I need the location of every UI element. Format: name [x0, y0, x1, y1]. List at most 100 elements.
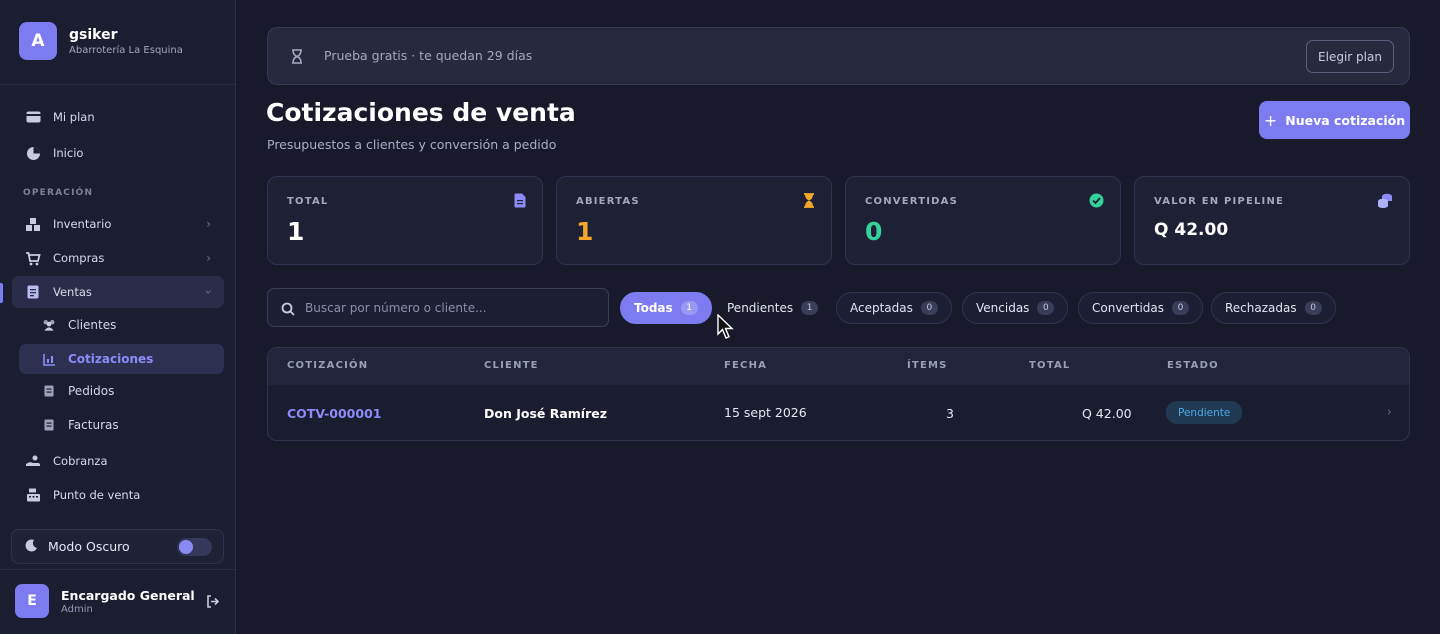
sidebar-item-label: Compras — [53, 251, 105, 265]
stat-card-total: TOTAL 1 — [267, 176, 543, 265]
users-icon — [42, 318, 56, 332]
filter-chip-vencidas[interactable]: Vencidas 0 — [962, 292, 1069, 324]
page-subtitle: Presupuestos a clientes y conversión a p… — [267, 137, 557, 152]
sidebar-item-label: Mi plan — [53, 110, 95, 124]
filter-count: 1 — [801, 301, 819, 315]
logout-icon[interactable] — [206, 593, 220, 612]
column-header: COTIZACIÓN — [287, 360, 369, 371]
stat-value: 1 — [287, 217, 305, 246]
boxes-icon — [25, 216, 41, 232]
chevron-right-icon[interactable]: › — [1387, 405, 1392, 420]
sidebar-subitem-pedidos[interactable]: Pedidos — [19, 376, 224, 406]
filter-chip-convertidas[interactable]: Convertidas 0 — [1078, 292, 1204, 324]
filter-chip-todas[interactable]: Todas 1 — [620, 292, 712, 324]
dark-mode-switch[interactable] — [177, 538, 212, 556]
sidebar-subitem-cotizaciones[interactable]: Cotizaciones — [19, 344, 224, 374]
quote-id[interactable]: COTV-000001 — [287, 406, 381, 421]
sidebar-item-ventas[interactable]: Ventas › — [12, 276, 224, 308]
choose-plan-button[interactable]: Elegir plan — [1306, 40, 1394, 73]
page-title: Cotizaciones de venta — [266, 98, 576, 127]
filter-label: Pendientes — [727, 301, 794, 315]
new-quote-label: Nueva cotización — [1285, 112, 1406, 128]
filter-label: Rechazadas — [1225, 301, 1297, 315]
sidebar-item-mi-plan[interactable]: Mi plan — [12, 101, 224, 133]
quote-date: 15 sept 2026 — [724, 405, 807, 420]
cash-register-icon — [25, 487, 41, 503]
hourglass-icon — [291, 49, 303, 68]
stat-card-convertidas: CONVERTIDAS 0 — [845, 176, 1121, 265]
search-input[interactable] — [305, 297, 595, 319]
sidebar-item-cobranza[interactable]: Cobranza — [12, 445, 224, 477]
mouse-cursor-icon — [717, 313, 735, 344]
quotes-table: COTIZACIÓN CLIENTE FECHA ÍTEMS TOTAL EST… — [267, 347, 1410, 441]
section-label-operacion: OPERACIÓN — [23, 188, 94, 198]
column-header: ESTADO — [1167, 360, 1219, 371]
quote-total: Q 42.00 — [1082, 406, 1132, 421]
trial-text: Prueba gratis · te quedan 29 días — [324, 48, 533, 63]
pie-chart-icon — [25, 145, 41, 161]
sidebar-subitem-label: Facturas — [68, 418, 119, 432]
sidebar-item-punto-de-venta[interactable]: Punto de venta — [12, 479, 224, 511]
sidebar: A gsiker Abarrotería La Esquina Mi plan … — [0, 0, 236, 634]
column-header: FECHA — [724, 360, 768, 371]
brand[interactable]: A gsiker Abarrotería La Esquina — [19, 22, 183, 60]
chevron-right-icon: › — [206, 217, 211, 231]
table-header: COTIZACIÓN CLIENTE FECHA ÍTEMS TOTAL EST… — [268, 348, 1409, 385]
sidebar-subitem-label: Cotizaciones — [68, 352, 154, 366]
search-box[interactable] — [267, 288, 609, 327]
chart-icon — [42, 352, 56, 366]
item-count: 3 — [946, 406, 954, 421]
dark-mode-toggle[interactable]: Modo Oscuro — [11, 529, 224, 564]
sidebar-item-compras[interactable]: Compras › — [12, 242, 224, 274]
sidebar-item-label: Punto de venta — [53, 488, 141, 502]
sidebar-item-label: Cobranza — [53, 454, 108, 468]
store-name: Abarrotería La Esquina — [69, 44, 183, 56]
stat-card-abiertas: ABIERTAS 1 — [556, 176, 832, 265]
trial-banner: Prueba gratis · te quedan 29 días Elegir… — [267, 27, 1410, 85]
sidebar-subitem-label: Pedidos — [68, 384, 115, 398]
filter-chip-rechazadas[interactable]: Rechazadas 0 — [1211, 292, 1336, 324]
search-icon — [281, 301, 295, 320]
filter-label: Convertidas — [1092, 301, 1165, 315]
user-profile[interactable]: E Encargado General Admin — [15, 584, 220, 618]
hourglass-icon — [803, 193, 815, 212]
chevron-right-icon: › — [206, 251, 211, 265]
filter-label: Todas — [634, 301, 673, 315]
stat-label: TOTAL — [287, 196, 329, 207]
coins-icon — [1377, 193, 1393, 212]
cart-icon — [25, 250, 41, 266]
sidebar-item-label: Inicio — [53, 146, 84, 160]
filter-count: 0 — [1172, 301, 1190, 315]
divider — [0, 569, 235, 570]
store-avatar: A — [19, 22, 57, 60]
sidebar-item-inventario[interactable]: Inventario › — [12, 208, 224, 240]
hand-money-icon — [25, 453, 41, 469]
filter-count: 0 — [1304, 301, 1322, 315]
sidebar-subitem-clientes[interactable]: Clientes — [19, 310, 224, 340]
sidebar-subitem-facturas[interactable]: Facturas — [19, 410, 224, 440]
switch-knob — [179, 540, 193, 554]
stat-value: 0 — [865, 217, 883, 246]
active-indicator — [0, 283, 3, 303]
moon-icon — [25, 538, 38, 555]
status-badge: Pendiente — [1166, 401, 1243, 424]
new-quote-button[interactable]: + Nueva cotización — [1259, 101, 1410, 139]
column-header: ÍTEMS — [907, 360, 948, 371]
filter-label: Aceptadas — [850, 301, 913, 315]
filter-label: Vencidas — [976, 301, 1030, 315]
filter-count: 1 — [680, 301, 698, 315]
plus-icon: + — [1263, 110, 1278, 130]
card-icon — [25, 109, 41, 125]
filter-count: 0 — [920, 301, 938, 315]
user-avatar: E — [15, 584, 49, 618]
chevron-down-icon: › — [201, 289, 216, 295]
sidebar-item-inicio[interactable]: Inicio — [12, 137, 224, 169]
client-name: Don José Ramírez — [484, 406, 608, 421]
document-icon — [25, 284, 41, 300]
divider — [0, 84, 235, 85]
stat-label: VALOR EN PIPELINE — [1154, 196, 1285, 207]
user-name: Encargado General — [61, 587, 195, 603]
sidebar-item-label: Inventario — [53, 217, 112, 231]
filter-chip-aceptadas[interactable]: Aceptadas 0 — [836, 292, 952, 324]
column-header: TOTAL — [1029, 360, 1071, 371]
